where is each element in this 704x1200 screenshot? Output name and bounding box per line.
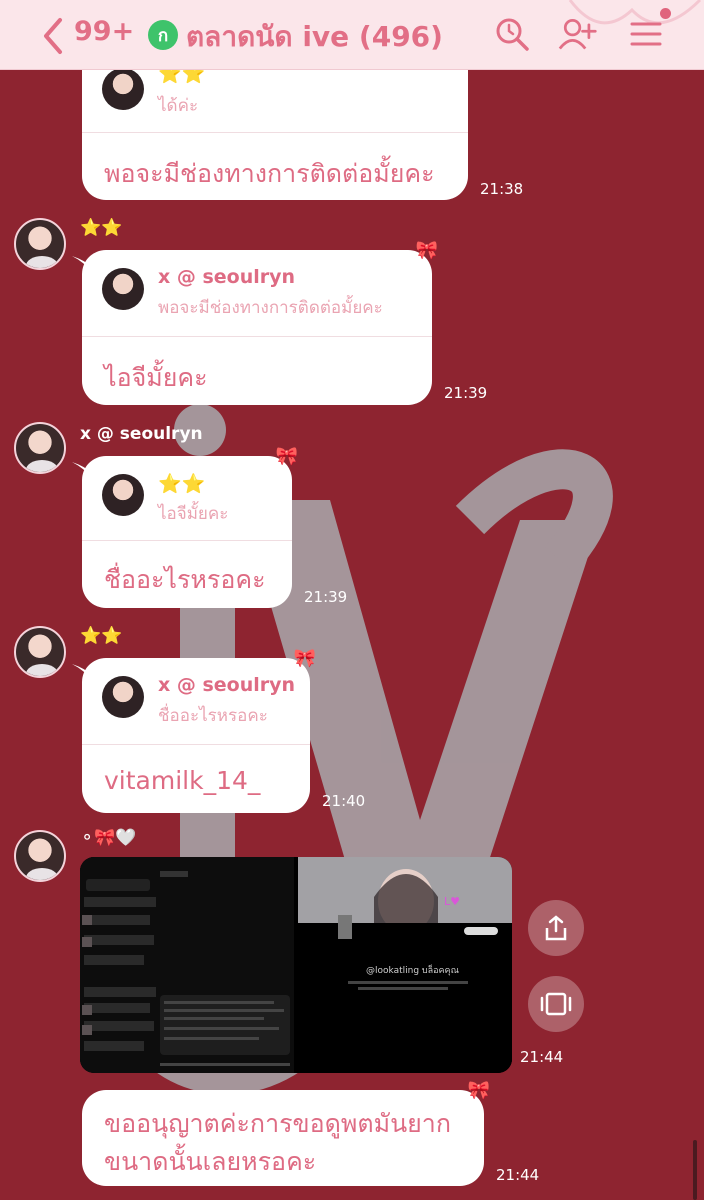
avatar[interactable] (14, 422, 66, 474)
image-attachments[interactable]: L♥ @lookatling บล็อคคุณ (80, 857, 512, 1073)
search-icon[interactable] (492, 14, 532, 54)
reply-quote[interactable]: ⭐⭐ ได้ค่ะ (102, 63, 448, 134)
quote-name: ⭐⭐ (158, 473, 206, 495)
bubble-tail (72, 664, 94, 682)
message-bubble[interactable]: 🎀 ⭐⭐ ไอจีมั้ยคะ ชื่ออะไรหรอคะ (72, 446, 298, 608)
quote-name: x @ seoulryn (158, 266, 296, 288)
quote-divider (82, 540, 292, 541)
quote-text: พอจะมีช่องทางการติดต่อมั้ยคะ (158, 298, 383, 318)
bubble-tail (72, 256, 94, 274)
message-text: ชื่ออะไรหรอคะ (104, 565, 266, 594)
message-text: ไอจีมั้ยคะ (104, 363, 208, 392)
scrollbar[interactable] (693, 1140, 697, 1200)
sender-name: ⭐⭐ (80, 626, 123, 646)
notification-dot (660, 8, 671, 19)
back-chevron-icon[interactable] (38, 16, 68, 56)
gallery-icon (540, 992, 572, 1016)
message-text-line2: ขนาดนั้นเลยหรอคะ (104, 1147, 317, 1176)
quote-avatar (102, 68, 144, 110)
quote-divider (82, 336, 432, 337)
chat-header: 99+ ก ตลาดนัด ive (496) (0, 0, 704, 70)
message-bubble[interactable]: 🎀 x @ seoulryn ชื่ออะไรหรอคะ vitamilk_14… (72, 648, 316, 813)
avatar[interactable] (14, 830, 66, 882)
message-time: 21:44 (496, 1166, 540, 1184)
quote-text: ได้ค่ะ (158, 96, 199, 116)
reply-quote[interactable]: ⭐⭐ ไอจีมั้ยคะ (102, 470, 272, 540)
message-text: พอจะมีช่องทางการติดต่อมั้ยคะ (104, 159, 435, 188)
share-icon (545, 915, 567, 941)
bow-icon: 🎀 (293, 648, 316, 669)
message-time: 21:38 (480, 180, 524, 198)
chat-screenshot-thumbnail (80, 857, 294, 1073)
message-text: vitamilk_14_ (104, 766, 261, 795)
quote-divider (82, 744, 310, 745)
message-time: 21:44 (520, 1048, 564, 1066)
message-time: 21:39 (304, 588, 348, 606)
reply-quote[interactable]: x @ seoulryn ชื่ออะไรหรอคะ (102, 672, 295, 742)
gallery-button[interactable] (528, 976, 584, 1032)
reply-quote[interactable]: x @ seoulryn พอจะมีช่องทางการติดต่อมั้ยค… (102, 264, 412, 334)
add-friend-icon[interactable] (558, 14, 598, 54)
message-bubble[interactable]: 🎀 ขออนุญาตค่ะการขอดูพตมันยาก ขนาดนั้นเลย… (82, 1080, 490, 1186)
screenshot-image-1[interactable] (80, 857, 294, 1073)
avatar[interactable] (14, 626, 66, 678)
profile-screenshot-thumbnail: L♥ @lookatling บล็อคคุณ (298, 857, 512, 1073)
message-time: 21:39 (444, 384, 488, 402)
message-time: 21:40 (322, 792, 366, 810)
group-badge-icon: ก (148, 20, 178, 50)
bow-icon: 🎀 (275, 446, 298, 467)
svg-text:L♥: L♥ (444, 895, 460, 908)
avatar[interactable] (14, 218, 66, 270)
unread-count[interactable]: 99+ (74, 16, 134, 47)
quote-text: ชื่ออะไรหรอคะ (158, 706, 268, 726)
quote-text: ไอจีมั้ยคะ (158, 504, 229, 524)
chat-title[interactable]: ตลาดนัด ive (496) (186, 15, 443, 59)
sender-name: ⭐⭐ (80, 218, 123, 238)
bow-icon: 🎀 (415, 240, 438, 261)
sender-name: ⚬🎀🤍 (80, 828, 137, 848)
bow-icon: 🎀 (467, 1080, 490, 1101)
quote-divider (82, 132, 468, 133)
bubble-tail (72, 462, 94, 480)
message-bubble[interactable]: 🎀 x @ seoulryn พอจะมีช่องทางการติดต่อมั้… (72, 240, 438, 405)
share-button[interactable] (528, 900, 584, 956)
menu-icon[interactable] (626, 14, 666, 54)
quote-name: x @ seoulryn (158, 674, 296, 696)
quote-avatar (102, 268, 144, 310)
quote-avatar (102, 474, 144, 516)
sender-name: x @ seoulryn (80, 424, 203, 444)
message-text-line1: ขออนุญาตค่ะการขอดูพตมันยาก (104, 1109, 451, 1138)
screenshot-image-2[interactable]: L♥ @lookatling บล็อคคุณ (298, 857, 512, 1073)
quote-avatar (102, 676, 144, 718)
